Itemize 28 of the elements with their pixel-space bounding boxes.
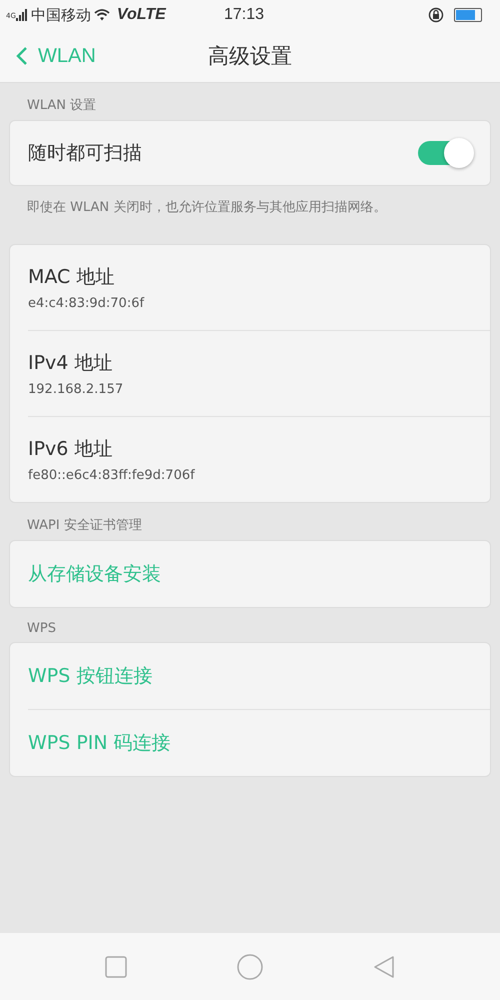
volte-label: VoLTE [116,6,166,24]
rotation-lock-icon [428,7,444,23]
setting-value: fe80::e6c4:83ff:fe9d:706f [28,468,196,483]
back-button[interactable]: WLAN [0,44,96,68]
battery-icon [454,8,482,22]
action-item[interactable]: WPS PIN 码连接 [10,710,490,776]
setting-title: IPv6 地址 [28,437,114,462]
footnote: 即使在 WLAN 关闭时，也允许位置服务与其他应用扫描网络。 [26,199,388,217]
back-icon[interactable] [373,954,395,978]
carrier-name: 中国移动 [30,6,91,24]
section-label: WLAN 设置 [26,97,98,115]
action-item[interactable]: WPS 按钮连接 [10,643,490,709]
chevron-left-icon [16,46,28,66]
setting-value: e4:c4:83:9d:70:6f [28,296,146,311]
setting-title: IPv4 地址 [28,351,114,376]
signal-icon [16,9,28,21]
home-icon[interactable] [237,954,263,980]
action-item[interactable]: 从存储设备安装 [10,541,490,607]
wifi-icon [94,9,110,21]
section-label: WAPI 安全证书管理 [26,517,143,535]
recents-icon[interactable] [105,956,127,978]
clock: 17:13 [224,6,264,24]
toggle-switch[interactable] [418,141,472,165]
setting-title: MAC 地址 [28,265,116,290]
setting-title: 随时都可扫描 [28,141,142,166]
setting-value: 192.168.2.157 [28,382,124,397]
section-label: WPS [26,620,57,638]
page-title: 高级设置 [207,43,293,70]
